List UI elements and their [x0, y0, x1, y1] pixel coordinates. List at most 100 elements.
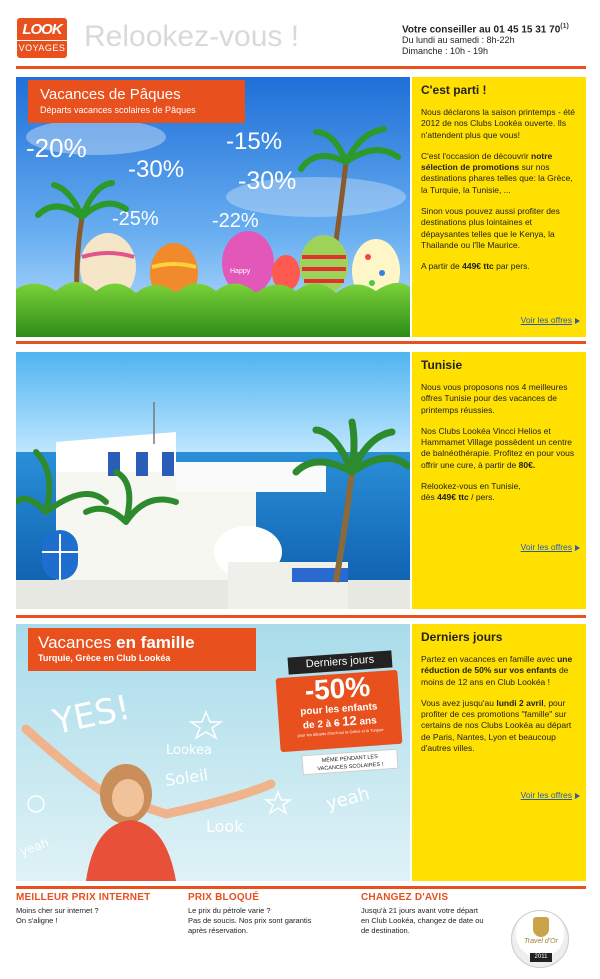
tunisia-text-2: Nos Clubs Lookéa Vincci Helios et Hammam… [421, 426, 577, 471]
look-voyages-logo[interactable]: LOOK VOYAGES [17, 18, 67, 58]
tunisia-price-label: dès [421, 492, 438, 503]
footer-best-price-line-1: Moins cher sur internet ? [16, 906, 99, 915]
tunisia-offers-link[interactable]: Voir les offres [521, 542, 580, 552]
family-heading: Derniers jours [421, 630, 503, 644]
footer-change-mind-line-1: Jusqu'à 21 jours avant votre départ [361, 906, 478, 915]
discount-2: -30% [128, 156, 184, 183]
hours-sunday: Dimanche : 10h - 19h [402, 46, 489, 57]
family-banner-title-start: Vacances [38, 633, 117, 652]
award-name: Travel d'Or [524, 938, 558, 945]
tunisia-text-3-line1: Relookez-vous en Tunisie, [421, 481, 521, 492]
arrow-right-icon [575, 792, 580, 799]
promo-age-new: 12 [341, 712, 358, 729]
tunisia-price: 449€ ttc [437, 492, 469, 503]
family-text-2-start: Vous avez jusqu'au [421, 697, 497, 708]
phone-number[interactable]: 01 45 15 31 70 [494, 24, 561, 35]
footer-change-mind-title: CHANGEZ D'AVIS [361, 892, 449, 903]
family-offers-label: Voir les offres [520, 790, 572, 800]
footer-locked-price-line-2: Pas de soucis. Nos prix sont garantis [188, 916, 312, 925]
tunisia-photo[interactable] [16, 352, 410, 609]
footer-locked-price-line-1: Le prix du pétrole varie ? [188, 906, 271, 915]
footer-best-price-line-2: On s'aligne ! [16, 916, 58, 925]
family-panel: Derniers jours Partez en vacances en fam… [412, 624, 586, 881]
separator [16, 66, 586, 69]
footer-change-mind-line-2: en Club Lookéa, changez de date ou [361, 916, 484, 925]
egg-text: Happy [230, 268, 251, 275]
separator [16, 341, 586, 344]
easter-price-unit: par pers. [493, 261, 530, 272]
arrow-right-icon [575, 317, 580, 324]
family-banner: Vacances en famille Turquie, Grèce en Cl… [28, 628, 256, 671]
promo-age-old: 6 [333, 718, 340, 730]
easter-text-3: Sinon vous pouvez aussi profiter des des… [421, 206, 560, 250]
family-deadline: lundi 2 avril [496, 697, 544, 708]
hours-weekdays: Du lundi au samedi : 8h-22h [402, 35, 515, 46]
family-offers-link[interactable]: Voir les offres [521, 790, 580, 800]
footer-change-mind-line-3: de destination. [361, 926, 410, 935]
contact-block: Votre conseiller au 01 45 15 31 70(1) Du… [402, 21, 600, 57]
logo-text-bottom: VOYAGES [17, 40, 67, 53]
family-photo[interactable]: YES! Lookea Soleil yeah Look yeah Vacanc… [16, 624, 410, 881]
easter-text-1: Nous déclarons la saison printemps - été… [421, 107, 576, 140]
tunisia-price-unit: / pers. [468, 492, 495, 503]
tunisia-spa-price: 80€. [518, 459, 536, 470]
easter-banner-subtitle: Départs vacances scolaires de Pâques [40, 105, 196, 115]
easter-banner: Vacances de Pâques Départs vacances scol… [28, 80, 245, 123]
family-banner-subtitle: Turquie, Grèce en Club Lookéa [38, 653, 171, 663]
footer-best-price-title: MEILLEUR PRIX INTERNET [16, 892, 151, 903]
section-family: YES! Lookea Soleil yeah Look yeah Vacanc… [16, 624, 586, 881]
family-banner-title-bold: en famille [116, 633, 195, 652]
arrow-right-icon [575, 544, 580, 551]
easter-offers-link[interactable]: Voir les offres [521, 315, 580, 325]
promo-tag-text: Derniers jours [305, 653, 375, 671]
footer-best-price: MEILLEUR PRIX INTERNET Moins cher sur in… [16, 892, 186, 926]
phone-note: (1) [560, 23, 569, 30]
travel-dor-award-badge: Travel d'Or 2011 [511, 910, 569, 968]
tunisia-illustration [16, 352, 410, 609]
footer-locked-price-title: PRIX BLOQUÉ [188, 892, 260, 903]
easter-heading: C'est parti ! [421, 83, 487, 97]
easter-price-label: A partir de [421, 261, 463, 272]
section-tunisia: Tunisie Nous vous proposons nos 4 meille… [16, 352, 586, 609]
tunisia-text-2-start: Nos Clubs Lookéa Vincci Helios et Hammam… [421, 425, 575, 470]
discount-6: -22% [212, 210, 259, 232]
section-easter: -20% -30% -15% -30% -25% -22% Happy Vaca… [16, 77, 586, 337]
discount-1: -20% [26, 133, 87, 163]
easter-offers-label: Voir les offres [520, 315, 572, 325]
discount-5: -25% [112, 208, 159, 230]
contact-phone-line: Votre conseiller au 01 45 15 31 70(1) [402, 21, 600, 35]
easter-text-2-start: C'est l'occasion de découvrir [421, 150, 532, 161]
footer-locked-price-line-3: après réservation. [188, 926, 249, 935]
family-text-1: Partez en vacances en famille avec une r… [421, 654, 577, 688]
easter-banner-title: Vacances de Pâques [40, 86, 181, 103]
contact-label: Votre conseiller au [402, 24, 491, 36]
promo-age-from: de 2 à [302, 718, 335, 732]
easter-price: 449€ ttc [462, 261, 494, 272]
award-year: 2011 [530, 953, 552, 962]
doodle-lookea: Lookea [166, 743, 212, 758]
logo-text-top: LOOK [22, 21, 62, 38]
tunisia-text-1: Nous vous proposons nos 4 meilleures off… [421, 382, 568, 415]
easter-text-4: A partir de 449€ ttc par pers. [421, 261, 577, 272]
separator [16, 615, 586, 618]
tunisia-panel: Tunisie Nous vous proposons nos 4 meille… [412, 352, 586, 609]
tunisia-heading: Tunisie [421, 358, 463, 372]
discount-3: -15% [226, 128, 282, 155]
easter-panel: C'est parti ! Nous déclarons la saison p… [412, 77, 586, 337]
doodle-look: Look [206, 817, 244, 836]
easter-text-2: C'est l'occasion de découvrir notre séle… [421, 151, 577, 196]
separator [16, 886, 586, 889]
family-text-2: Vous avez jusqu'au lundi 2 avril, pour p… [421, 698, 577, 754]
family-text-1-start: Partez en vacances en famille avec [421, 654, 558, 664]
header: LOOK VOYAGES Relookez-vous ! Votre conse… [0, 0, 600, 66]
tagline: Relookez-vous ! [84, 20, 300, 53]
family-banner-title: Vacances en famille [38, 633, 256, 653]
tunisia-offers-label: Voir les offres [520, 542, 572, 552]
trophy-icon [533, 917, 549, 937]
footer-locked-price: PRIX BLOQUÉ Le prix du pétrole varie ? P… [188, 892, 358, 936]
discount-4: -30% [238, 167, 296, 195]
promo-age-unit: ans [356, 715, 378, 728]
easter-photo[interactable]: -20% -30% -15% -30% -25% -22% Happy Vaca… [16, 77, 410, 337]
promo-sticker: -50% pour les enfants de 2 à 6 12 ans po… [275, 669, 403, 753]
footer-change-mind: CHANGEZ D'AVIS Jusqu'à 21 jours avant vo… [361, 892, 521, 936]
